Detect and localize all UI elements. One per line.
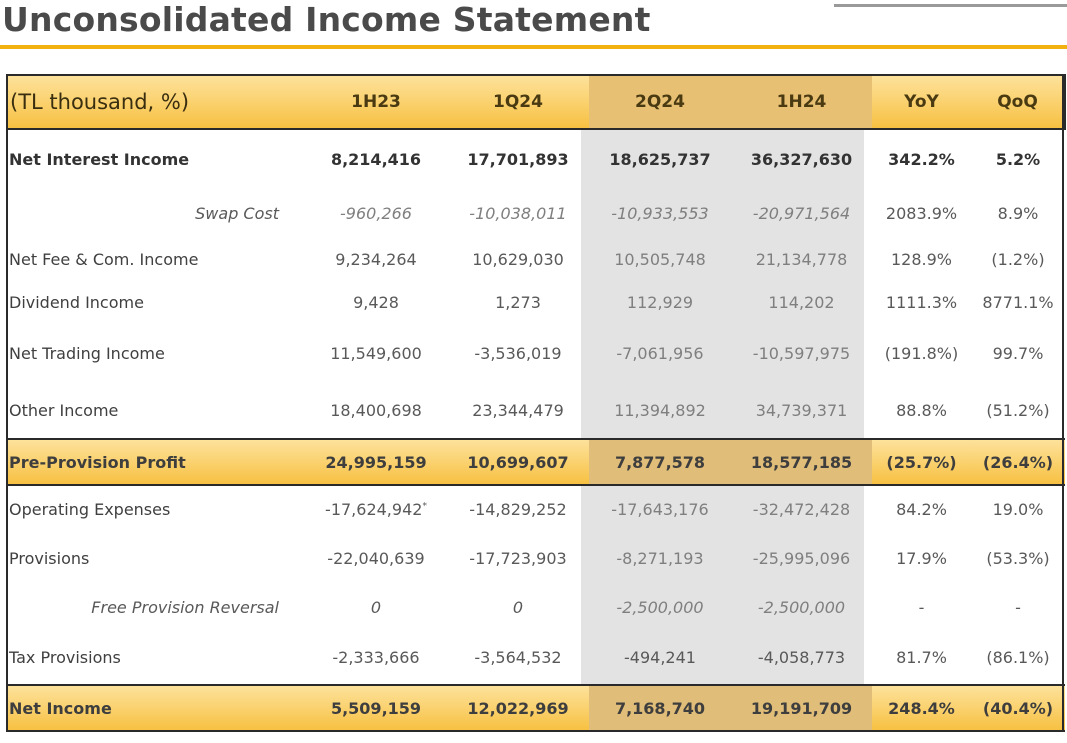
title-underline <box>0 45 1067 49</box>
top-divider <box>834 4 1067 7</box>
table-frame <box>6 74 1064 732</box>
page-title: Unconsolidated Income Statement <box>2 0 651 39</box>
